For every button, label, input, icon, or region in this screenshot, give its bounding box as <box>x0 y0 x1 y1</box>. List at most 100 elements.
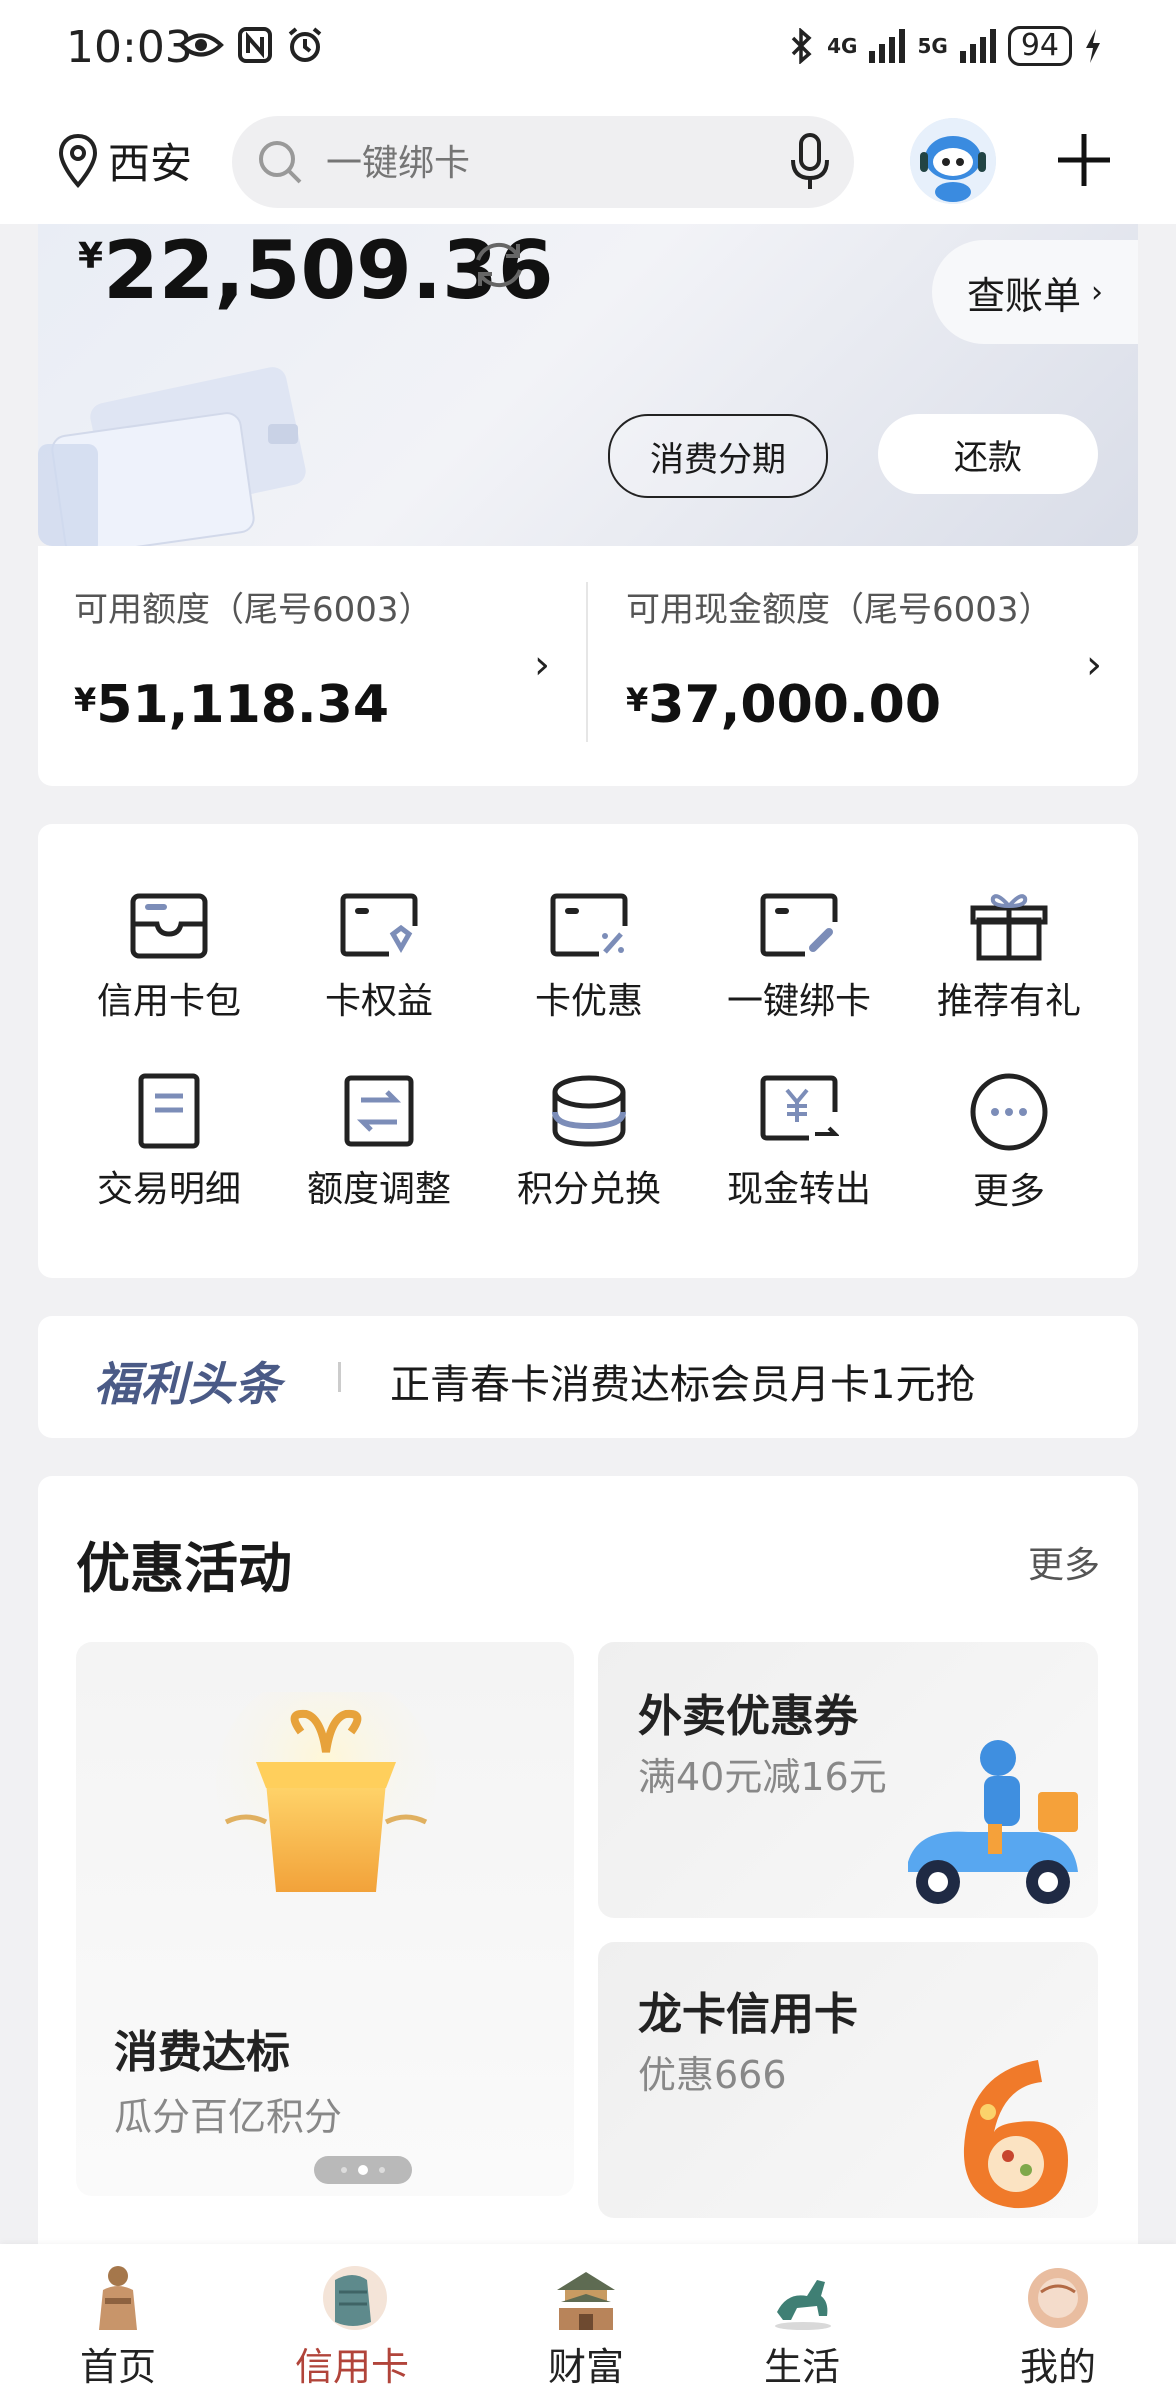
service-label: 推荐有礼 <box>936 981 1081 1022</box>
credit-card-summary: ¥22,509.36 查账单 › 消费分期 还款 <box>38 224 1138 546</box>
divider <box>586 582 588 742</box>
chevron-right-icon: › <box>534 642 550 688</box>
location-selector[interactable]: 西安 <box>58 130 192 191</box>
currency-symbol: ¥ <box>626 681 649 719</box>
cash-limit-item[interactable]: 可用现金额度（尾号6003） ¥37,000.00 › <box>626 582 1106 762</box>
refresh-icon[interactable] <box>468 234 530 296</box>
promo-spending-target[interactable]: 消费达标 瓜分百亿积分 <box>76 1642 574 2196</box>
location-label: 西安 <box>108 139 193 188</box>
service-card-link[interactable]: 一键绑卡 <box>694 890 904 1024</box>
view-bill-button[interactable]: 查账单 › <box>932 240 1138 344</box>
nav-label: 财富 <box>547 2345 624 2389</box>
more-icon <box>970 1073 1048 1151</box>
cash-limit-value: ¥37,000.00 <box>626 675 1106 735</box>
promotions-section: 优惠活动 更多 消费达标 瓜分百亿积分 外卖优惠券 满40元减16元 龙卡信用卡… <box>38 1476 1138 2256</box>
nav-life[interactable]: 生活 <box>712 2262 892 2391</box>
headline-tag: 福利头条 <box>94 1357 282 1411</box>
status-icons-right: 4G 5G 94 <box>789 26 1102 66</box>
nav-home[interactable]: 首页 <box>28 2262 208 2391</box>
available-limit-value: ¥51,118.34 <box>74 675 554 735</box>
promo-subtitle: 瓜分百亿积分 <box>114 2095 343 2139</box>
divider <box>338 1362 341 1392</box>
installment-button[interactable]: 消费分期 <box>608 414 828 498</box>
card-illustration <box>38 367 306 546</box>
section-title: 优惠活动 <box>76 1537 292 1600</box>
promo-subtitle: 满40元减16元 <box>638 1755 887 1799</box>
headline-text[interactable]: 正青春卡消费达标会员月卡1元抢 <box>390 1352 975 1410</box>
robot-assistant-icon <box>910 118 996 204</box>
promo-title: 龙卡信用卡 <box>638 1989 858 2040</box>
nav-mine[interactable]: 我的 <box>968 2262 1148 2391</box>
promo-subtitle: 优惠666 <box>638 2053 787 2097</box>
available-limit-item[interactable]: 可用额度（尾号6003） ¥51,118.34 › <box>74 582 554 762</box>
services-grid: 信用卡包 卡权益 卡优惠 一键绑卡 推荐有礼 交易明细 额度调整 积分兑换 现金… <box>38 824 1138 1278</box>
nav-wealth[interactable]: 财富 <box>496 2262 676 2391</box>
bronze-horse-icon <box>775 2280 831 2330</box>
status-time: 10:03 <box>66 22 193 73</box>
service-cash-out[interactable]: 现金转出 <box>694 1072 904 1212</box>
location-pin-icon <box>58 133 98 188</box>
service-more[interactable]: 更多 <box>904 1072 1114 1214</box>
available-limit-label: 可用额度（尾号6003） <box>74 590 433 630</box>
search-bar[interactable] <box>232 116 854 208</box>
more-link[interactable]: 更多 <box>1028 1536 1100 1588</box>
service-card-benefit[interactable]: 卡权益 <box>274 890 484 1024</box>
service-label: 卡权益 <box>324 981 433 1022</box>
bluetooth-icon <box>791 28 812 64</box>
promo-food-coupon[interactable]: 外卖优惠券 满40元减16元 <box>598 1642 1098 1918</box>
card-wallet-icon <box>130 893 208 959</box>
promo-title: 外卖优惠券 <box>638 1691 858 1742</box>
bronze-bell-icon <box>323 2266 387 2330</box>
nav-credit-card[interactable]: 信用卡 <box>262 2262 442 2391</box>
credit-limits-panel: 可用额度（尾号6003） ¥51,118.34 › 可用现金额度（尾号6003）… <box>38 546 1138 786</box>
gift-box-illustration <box>216 1692 436 1892</box>
promo-dragon-card[interactable]: 龙卡信用卡 优惠666 <box>598 1942 1098 2218</box>
terracotta-warrior-icon <box>99 2266 137 2330</box>
available-limit-amount: 51,118.34 <box>96 675 390 735</box>
points-icon <box>552 1075 626 1147</box>
chevron-right-icon: › <box>1091 274 1103 310</box>
transaction-icon <box>138 1073 200 1149</box>
nav-label: 信用卡 <box>294 2345 409 2389</box>
eye-icon <box>178 33 224 57</box>
network-5g: 5G <box>917 34 948 58</box>
charging-icon <box>1086 29 1100 63</box>
bell-tower-icon <box>557 2272 615 2330</box>
service-label: 积分兑换 <box>516 1169 661 1210</box>
top-header: 西安 <box>0 100 1176 224</box>
status-icons-left <box>178 26 324 64</box>
add-icon[interactable] <box>1054 130 1114 190</box>
carousel-indicator <box>314 2156 412 2184</box>
nav-label: 我的 <box>1019 2345 1096 2389</box>
network-4g: 4G <box>827 34 858 58</box>
microphone-icon[interactable] <box>790 132 830 192</box>
nav-label: 生活 <box>763 2345 840 2389</box>
search-icon <box>259 141 302 184</box>
service-card-discount[interactable]: 卡优惠 <box>484 890 694 1024</box>
card-discount-icon <box>550 893 628 957</box>
service-label: 交易明细 <box>96 1169 241 1210</box>
service-limit-adjust[interactable]: 额度调整 <box>274 1072 484 1212</box>
search-input[interactable] <box>324 126 728 200</box>
card-link-icon <box>760 893 838 957</box>
service-card-wallet[interactable]: 信用卡包 <box>64 890 274 1024</box>
nfc-icon <box>238 27 272 63</box>
cash-limit-amount: 37,000.00 <box>648 675 942 735</box>
repay-button[interactable]: 还款 <box>878 414 1098 494</box>
cash-out-icon <box>760 1075 839 1141</box>
promo-title: 消费达标 <box>114 2027 290 2078</box>
status-bar: 10:03 4G 5G 94 <box>0 0 1176 100</box>
porcelain-plate-icon <box>1028 2268 1088 2328</box>
service-transactions[interactable]: 交易明细 <box>64 1072 274 1212</box>
chevron-right-icon: › <box>1086 642 1102 688</box>
gift-icon <box>970 894 1048 961</box>
service-label: 信用卡包 <box>96 981 241 1022</box>
assistant-avatar[interactable] <box>910 118 996 204</box>
service-referral[interactable]: 推荐有礼 <box>904 890 1114 1024</box>
alarm-icon <box>288 27 322 62</box>
cash-limit-label: 可用现金额度（尾号6003） <box>626 590 1053 630</box>
service-points[interactable]: 积分兑换 <box>484 1072 694 1212</box>
signal-icon-2 <box>959 29 996 63</box>
welfare-headline[interactable]: 福利头条 正青春卡消费达标会员月卡1元抢 <box>38 1316 1138 1438</box>
delivery-scooter-illustration <box>908 1740 1078 1904</box>
